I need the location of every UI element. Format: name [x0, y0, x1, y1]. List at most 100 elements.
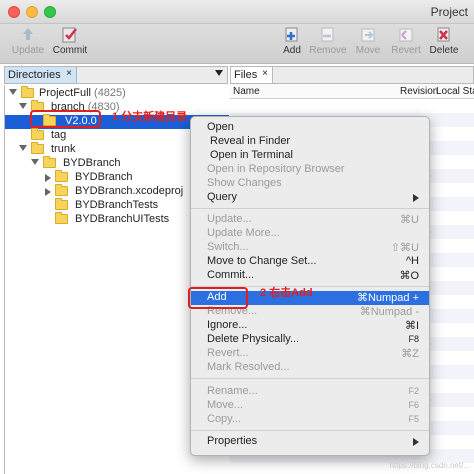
column-revision[interactable]: Revision — [400, 86, 438, 97]
menu-item-mark-resolved[interactable]: Mark Resolved... — [191, 361, 429, 375]
column-local-status[interactable]: Local Stat — [436, 86, 474, 97]
menu-item-shortcut: F5 — [408, 414, 419, 424]
delete-icon — [437, 27, 450, 42]
menu-item-label: Switch... — [207, 241, 249, 253]
menu-item-update-more[interactable]: Update More... — [191, 227, 429, 241]
update-button[interactable]: Update — [6, 26, 50, 56]
menu-item-shortcut: ^H — [405, 255, 419, 267]
menu-item-update[interactable]: Update... ⌘U — [191, 213, 429, 227]
folder-icon — [21, 86, 34, 98]
tab-directories-close-icon[interactable]: × — [66, 68, 72, 79]
menu-item-open[interactable]: Open — [191, 121, 429, 135]
menu-item-shortcut: ⌘O — [399, 270, 419, 282]
folder-icon — [55, 212, 68, 224]
menu-item-label: Reveal in Finder — [210, 135, 291, 147]
directories-tab-bar: Directories × — [4, 66, 228, 84]
tree-label: BYDBranch.xcodeproj — [75, 185, 184, 197]
tab-files-close-icon[interactable]: × — [262, 68, 268, 79]
menu-item-open-in-repository-browser[interactable]: Open in Repository Browser — [191, 163, 429, 177]
files-column-header: Name Revision Local Stat — [230, 84, 474, 99]
menu-item-properties[interactable]: Properties — [191, 435, 429, 449]
annotation-note-1: 1 分支新建目录 — [112, 111, 188, 123]
menu-separator — [191, 208, 429, 209]
folder-icon — [55, 198, 68, 210]
menu-item-shortcut: ⌘Numpad + — [356, 292, 419, 304]
menu-item-shortcut: ⌘I — [404, 320, 419, 332]
menu-item-label: Delete Physically... — [207, 333, 300, 345]
tree-label: BYDBranch — [63, 157, 121, 169]
menu-item-reveal-in-finder[interactable]: Reveal in Finder — [191, 135, 429, 149]
menu-item-label: Open in Repository Browser — [207, 163, 345, 175]
disclosure-closed-icon[interactable] — [45, 174, 51, 182]
title-bar: Project — [0, 0, 474, 24]
menu-item-shortcut: F6 — [408, 400, 419, 410]
window-title: Project — [430, 5, 468, 19]
remove-button[interactable]: Remove — [306, 26, 350, 56]
tree-count: (4825) — [94, 87, 126, 99]
disclosure-closed-icon[interactable] — [45, 188, 51, 196]
menu-item-label: Move... — [207, 399, 244, 411]
delete-label: Delete — [429, 45, 459, 56]
menu-separator — [191, 378, 429, 379]
tab-directories[interactable]: Directories × — [5, 67, 77, 83]
add-icon — [285, 27, 298, 42]
tab-directories-label: Directories — [8, 69, 61, 81]
menu-item-label: Update... — [207, 213, 252, 225]
menu-item-revert[interactable]: Revert... ⌘Z — [191, 347, 429, 361]
menu-item-copy[interactable]: Copy... F5 — [191, 413, 429, 427]
folder-icon — [55, 184, 68, 196]
tree-label: trunk — [51, 143, 76, 155]
revert-label: Revert — [391, 45, 421, 56]
delete-button[interactable]: Delete — [422, 26, 466, 56]
commit-button[interactable]: Commit — [48, 26, 92, 56]
disclosure-open-icon[interactable] — [9, 89, 17, 95]
watermark: https://blog.csdn.net/... — [389, 461, 471, 470]
move-label: Move — [355, 45, 381, 56]
menu-item-ignore[interactable]: Ignore... ⌘I — [191, 319, 429, 333]
menu-item-label: Properties — [207, 435, 258, 447]
menu-item-label: Show Changes — [207, 177, 282, 189]
menu-item-label: Revert... — [207, 347, 249, 359]
menu-item-rename[interactable]: Rename... F2 — [191, 385, 429, 399]
menu-item-label: Query — [207, 191, 237, 203]
submenu-arrow-icon — [413, 194, 419, 202]
column-name[interactable]: Name — [233, 86, 260, 97]
menu-item-label: Mark Resolved... — [207, 361, 290, 373]
minimize-window-button[interactable] — [26, 6, 38, 18]
menu-item-label: Copy... — [207, 413, 242, 425]
folder-icon — [31, 142, 44, 154]
zoom-window-button[interactable] — [44, 6, 56, 18]
close-window-button[interactable] — [8, 6, 20, 18]
menu-item-shortcut: ⌘Numpad - — [359, 306, 419, 318]
menu-item-open-in-terminal[interactable]: Open in Terminal — [191, 149, 429, 163]
menu-item-shortcut: ⌘Z — [401, 348, 419, 360]
annotation-box-v2 — [30, 110, 101, 128]
add-label: Add — [283, 45, 301, 56]
update-label: Update — [11, 45, 45, 56]
menu-item-shortcut: ⌘U — [400, 214, 419, 226]
disclosure-open-icon[interactable] — [31, 159, 39, 165]
folder-icon — [43, 156, 56, 168]
menu-item-commit[interactable]: Commit... ⌘O — [191, 269, 429, 283]
menu-item-switch[interactable]: Switch... ⇧⌘U — [191, 241, 429, 255]
tab-files[interactable]: Files × — [231, 67, 273, 83]
menu-item-show-changes[interactable]: Show Changes — [191, 177, 429, 191]
tree-label: BYDBranchUITests — [75, 213, 170, 225]
chevron-down-icon[interactable] — [215, 70, 223, 76]
revert-icon — [399, 28, 413, 42]
menu-item-move[interactable]: Move... F6 — [191, 399, 429, 413]
commit-icon — [62, 27, 77, 43]
folder-icon — [55, 170, 68, 182]
menu-item-delete-physically[interactable]: Delete Physically... F8 — [191, 333, 429, 347]
menu-item-label: Ignore... — [207, 319, 248, 331]
tree-label: BYDBranchTests — [75, 199, 159, 211]
disclosure-open-icon[interactable] — [19, 145, 27, 151]
annotation-box-add — [188, 287, 248, 309]
update-icon — [23, 28, 33, 40]
disclosure-open-icon[interactable] — [19, 103, 27, 109]
tree-row-projectfull[interactable]: ProjectFull (4825) — [5, 86, 229, 101]
menu-item-shortcut: F8 — [408, 334, 419, 344]
tree-label: BYDBranch — [75, 171, 133, 183]
menu-item-move-to-change-set[interactable]: Move to Change Set... ^H — [191, 255, 429, 269]
menu-item-query[interactable]: Query — [191, 191, 429, 205]
